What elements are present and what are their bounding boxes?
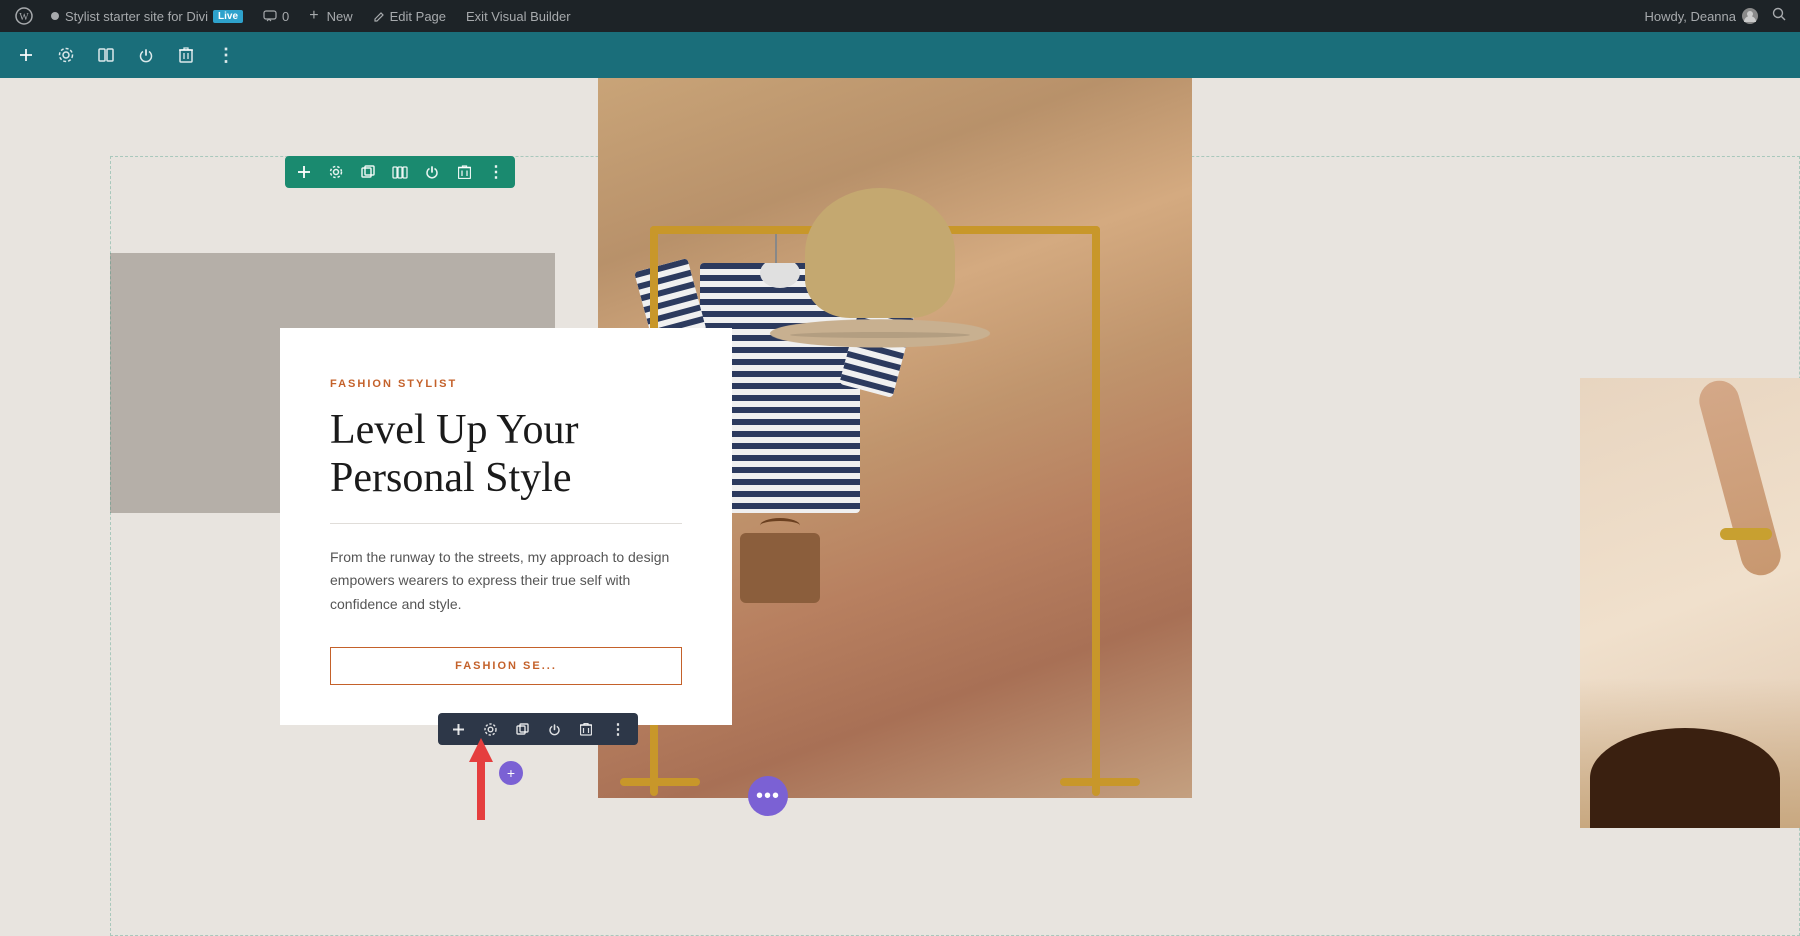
heading-line2: Personal Style bbox=[330, 455, 571, 501]
admin-bar-left: W Stylist starter site for Divi Live 0 +… bbox=[8, 0, 1644, 32]
edit-page-item[interactable]: Edit Page bbox=[363, 0, 456, 32]
module-delete-btn[interactable] bbox=[576, 719, 596, 739]
module-more-btn[interactable]: ⋮ bbox=[608, 719, 628, 739]
site-name-item[interactable]: Stylist starter site for Divi Live bbox=[40, 0, 253, 32]
rack-pole-right bbox=[1092, 226, 1100, 796]
rack-base-left bbox=[620, 778, 700, 786]
module-power-btn[interactable] bbox=[544, 719, 564, 739]
module-duplicate-btn[interactable] bbox=[512, 719, 532, 739]
avatar bbox=[1742, 8, 1758, 24]
content-card: FASHION STYLIST Level Up Your Personal S… bbox=[280, 328, 732, 725]
divi-more-btn[interactable]: ⋮ bbox=[212, 41, 240, 69]
section-duplicate-btn[interactable] bbox=[357, 161, 379, 183]
section-add-btn[interactable] bbox=[293, 161, 315, 183]
more-options-btn[interactable]: ••• bbox=[748, 776, 788, 816]
divi-power-btn[interactable] bbox=[132, 41, 160, 69]
edit-page-label: Edit Page bbox=[390, 9, 446, 24]
exit-vb-item[interactable]: Exit Visual Builder bbox=[456, 0, 581, 32]
wp-logo[interactable]: W bbox=[8, 0, 40, 32]
layout-container: FASHION STYLIST Level Up Your Personal S… bbox=[0, 78, 1800, 936]
cta-button[interactable]: FASHION SE... bbox=[330, 647, 682, 685]
howdy-text: Howdy, Deanna bbox=[1644, 9, 1736, 24]
heading-line1: Level Up Your bbox=[330, 407, 579, 453]
admin-bar-right: Howdy, Deanna bbox=[1644, 7, 1792, 26]
section-power-btn[interactable] bbox=[421, 161, 443, 183]
hero-heading: Level Up Your Personal Style bbox=[330, 406, 682, 503]
add-module-btn[interactable]: + bbox=[499, 761, 523, 785]
divi-toolbar: ⋮ bbox=[0, 32, 1800, 78]
rack-base-right bbox=[1060, 778, 1140, 786]
section-toolbar: ⋮ bbox=[285, 156, 515, 188]
divi-add-btn[interactable] bbox=[12, 41, 40, 69]
divi-layout-btn[interactable] bbox=[92, 41, 120, 69]
section-delete-btn[interactable] bbox=[453, 161, 475, 183]
new-label: New bbox=[327, 9, 353, 24]
svg-text:W: W bbox=[19, 12, 29, 23]
exit-vb-label: Exit Visual Builder bbox=[466, 9, 571, 24]
section-columns-btn[interactable] bbox=[389, 161, 411, 183]
hat bbox=[770, 168, 990, 368]
arrow-indicator bbox=[465, 738, 497, 820]
divi-delete-btn[interactable] bbox=[172, 41, 200, 69]
module-add-btn[interactable] bbox=[448, 719, 468, 739]
admin-bar: W Stylist starter site for Divi Live 0 +… bbox=[0, 0, 1800, 32]
comments-count: 0 bbox=[282, 9, 289, 24]
fashion-label: FASHION STYLIST bbox=[330, 378, 682, 390]
comments-item[interactable]: 0 bbox=[253, 0, 299, 32]
site-name-label: Stylist starter site for Divi bbox=[65, 9, 208, 24]
new-item[interactable]: + New bbox=[299, 0, 362, 32]
module-settings-btn[interactable] bbox=[480, 719, 500, 739]
hero-body-text: From the runway to the streets, my appro… bbox=[330, 546, 682, 617]
page-content: FASHION STYLIST Level Up Your Personal S… bbox=[0, 78, 1800, 936]
howdy-item[interactable]: Howdy, Deanna bbox=[1644, 8, 1758, 24]
section-settings-btn[interactable] bbox=[325, 161, 347, 183]
divi-settings-btn[interactable] bbox=[52, 41, 80, 69]
live-badge: Live bbox=[213, 10, 243, 23]
content-divider bbox=[330, 523, 682, 524]
section-more-btn[interactable]: ⋮ bbox=[485, 161, 507, 183]
right-person-area bbox=[1580, 378, 1800, 828]
search-icon[interactable] bbox=[1766, 7, 1792, 26]
